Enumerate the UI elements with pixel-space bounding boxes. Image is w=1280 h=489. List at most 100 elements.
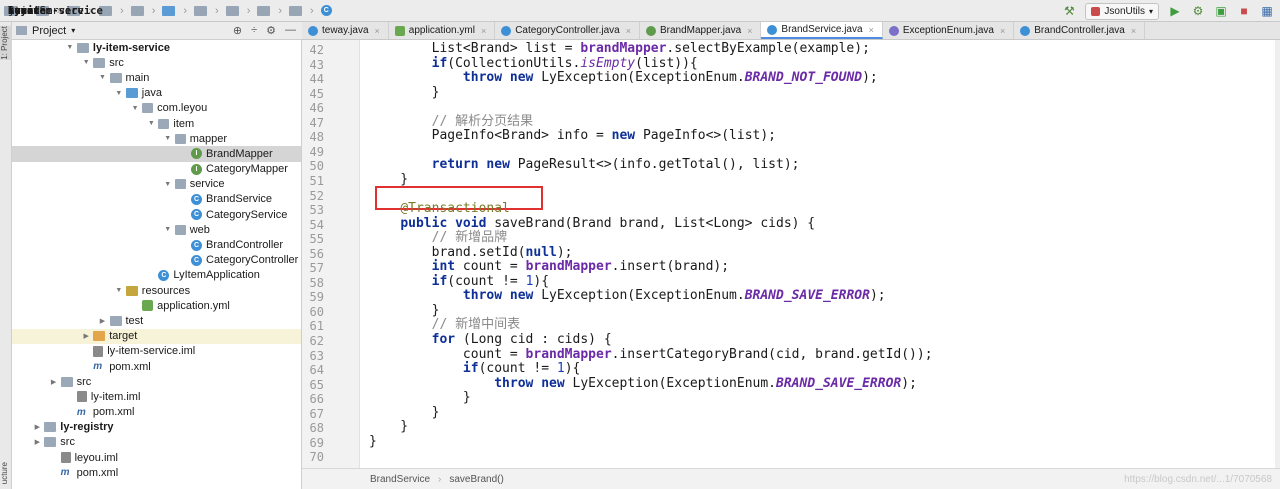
code-line[interactable]: } (369, 172, 408, 187)
tree-item[interactable]: ▶ target (12, 328, 301, 344)
editor-tab[interactable]: application.yml × (389, 22, 496, 39)
expand-arrow-icon[interactable]: ▼ (163, 135, 173, 142)
tree-item[interactable]: ▼ item (12, 116, 301, 131)
debug-icon[interactable]: ⚙ (1191, 4, 1205, 18)
collapse-arrow-icon[interactable]: ▶ (49, 378, 59, 386)
target-icon[interactable]: ⊕ (233, 24, 242, 37)
tree-item[interactable]: ly-item-service.iml (12, 344, 301, 359)
code-line[interactable]: } (369, 391, 471, 405)
close-icon[interactable]: × (375, 26, 380, 36)
expand-arrow-icon[interactable]: ▼ (81, 59, 91, 66)
collapse-arrow-icon[interactable]: ▶ (81, 332, 91, 340)
tree-item[interactable]: ▶ src (12, 435, 301, 450)
tree-item[interactable]: ▼ resources (12, 283, 301, 298)
breadcrumb-item[interactable]: service › (8, 0, 317, 22)
code-line[interactable]: throw new LyException(ExceptionEnum.BRAN… (369, 71, 878, 85)
breadcrumb-item[interactable]: item › (8, 0, 285, 22)
project-tool-tab[interactable]: 1: Project (0, 26, 12, 60)
editor-tab[interactable]: teway.java × (302, 22, 389, 39)
expand-arrow-icon[interactable]: ▼ (163, 181, 173, 188)
breadcrumb-item[interactable]: main › (8, 0, 159, 22)
code-line[interactable]: } (369, 85, 440, 100)
expand-arrow-icon[interactable]: ▼ (163, 226, 173, 233)
code-line[interactable]: brand.setId(null); (369, 245, 573, 260)
close-icon[interactable]: × (869, 25, 874, 35)
close-icon[interactable]: × (626, 26, 631, 36)
tree-item[interactable]: C BrandService (12, 192, 301, 207)
tree-item[interactable]: ▼ web (12, 222, 301, 237)
tree-item[interactable]: ▼ main (12, 70, 301, 85)
close-icon[interactable]: × (481, 26, 486, 36)
code-line[interactable]: } (369, 405, 440, 420)
code-line[interactable]: // 新增中间表 (369, 318, 520, 332)
tree-item[interactable]: ▼ mapper (12, 131, 301, 146)
code-line[interactable]: // 新增品牌 (369, 231, 507, 245)
code-line[interactable]: if(count != 1){ (369, 274, 549, 289)
tree-item[interactable]: C CategoryService (12, 207, 301, 222)
code-line[interactable]: // 解析分页结果 (369, 114, 533, 129)
editor-tab[interactable]: CategoryController.java × (495, 22, 640, 39)
code-line[interactable]: } (369, 303, 440, 318)
close-icon[interactable]: × (1131, 26, 1136, 36)
close-icon[interactable]: × (747, 26, 752, 36)
hammer-icon[interactable]: ⚒ (1062, 4, 1076, 18)
code-line[interactable]: public void saveBrand(Brand brand, List<… (369, 216, 815, 231)
tree-item[interactable]: C LyItemApplication (12, 268, 301, 283)
tree-item[interactable]: leyou.iml (12, 450, 301, 465)
code-line[interactable]: count = brandMapper.insertCategoryBrand(… (369, 347, 933, 362)
expand-arrow-icon[interactable]: ▼ (65, 44, 75, 51)
run-icon[interactable]: ▶ (1168, 4, 1182, 18)
breadcrumb-item[interactable]: java › (8, 0, 190, 22)
collapse-icon[interactable]: ÷ (251, 24, 257, 37)
hide-icon[interactable]: — (285, 24, 296, 37)
collapse-arrow-icon[interactable]: ▶ (32, 438, 42, 446)
breadcrumb-item[interactable]: com › (8, 0, 222, 22)
scrollbar[interactable] (1275, 40, 1280, 468)
expand-arrow-icon[interactable]: ▼ (114, 287, 124, 294)
tree-item[interactable]: I CategoryMapper (12, 162, 301, 177)
tree-item[interactable]: C BrandController (12, 237, 301, 252)
stop-icon[interactable]: ■ (1237, 4, 1251, 18)
code-line[interactable]: throw new LyException(ExceptionEnum.BRAN… (369, 289, 886, 303)
expand-arrow-icon[interactable]: ▼ (98, 74, 108, 81)
expand-arrow-icon[interactable]: ▼ (114, 90, 124, 97)
collapse-arrow-icon[interactable]: ▶ (98, 317, 108, 325)
editor-tab[interactable]: BrandController.java × (1014, 22, 1146, 39)
tree-item[interactable]: ▼ com.leyou (12, 101, 301, 116)
code-line[interactable]: } (369, 420, 408, 434)
code-line[interactable]: List<Brand> list = brandMapper.selectByE… (369, 42, 870, 56)
code-line[interactable]: PageInfo<Brand> info = new PageInfo<>(li… (369, 129, 776, 143)
tree-item[interactable]: ▶ test (12, 313, 301, 328)
coverage-icon[interactable]: ▣ (1214, 4, 1228, 18)
tree-item[interactable]: m pom.xml (12, 465, 301, 480)
tree-item[interactable]: ▼ java (12, 86, 301, 101)
tree-item[interactable]: I BrandMapper (12, 146, 301, 162)
editor-tab[interactable]: BrandMapper.java × (640, 22, 762, 39)
expand-arrow-icon[interactable]: ▼ (130, 105, 140, 112)
run-configuration-select[interactable]: JsonUtils ▾ (1085, 2, 1159, 20)
tree-item[interactable]: C CategoryController (12, 253, 301, 268)
code-line[interactable]: @Transactional (369, 202, 510, 216)
tree-item[interactable]: ▼ src (12, 55, 301, 70)
code-line[interactable]: } (369, 434, 377, 449)
tree-item[interactable]: ▶ ly-registry (12, 420, 301, 435)
project-panel-title[interactable]: Project (32, 25, 66, 37)
chevron-down-icon[interactable]: ▾ (71, 26, 75, 35)
status-class-name[interactable]: BrandService (370, 474, 430, 485)
code-line[interactable]: return new PageResult<>(info.getTotal(),… (369, 158, 800, 172)
tree-item[interactable]: ▼ service (12, 177, 301, 192)
tree-item[interactable]: m pom.xml (12, 405, 301, 420)
tree-item[interactable]: ly-item.iml (12, 389, 301, 404)
code-line[interactable]: for (Long cid : cids) { (369, 333, 612, 347)
expand-arrow-icon[interactable]: ▼ (146, 120, 156, 127)
collapse-arrow-icon[interactable]: ▶ (32, 423, 42, 431)
status-method-name[interactable]: saveBrand() (449, 474, 503, 485)
breadcrumb-item[interactable]: leyou › (8, 0, 254, 22)
breadcrumb-item[interactable]: C BrandService (8, 0, 338, 22)
tree-item[interactable]: ▶ src (12, 374, 301, 389)
close-icon[interactable]: × (1000, 26, 1005, 36)
code-line[interactable]: throw new LyException(ExceptionEnum.BRAN… (369, 376, 917, 391)
code-editor[interactable]: List<Brand> list = brandMapper.selectByE… (361, 40, 1280, 468)
code-line[interactable]: if(CollectionUtils.isEmpty(list)){ (369, 56, 698, 71)
tree-item[interactable]: application.yml (12, 298, 301, 313)
